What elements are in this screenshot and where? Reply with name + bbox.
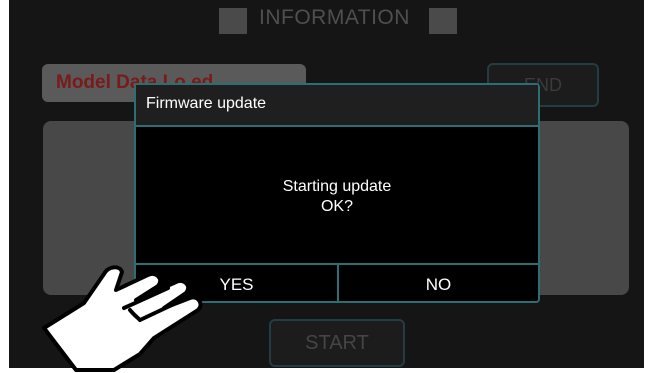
no-button[interactable]: NO	[339, 263, 538, 303]
dialog-message-line-1: Starting update	[282, 178, 392, 195]
dialog-message-line-2: OK?	[320, 198, 353, 215]
dialog-header: Firmware update	[136, 85, 538, 127]
pointing-hand-icon	[42, 265, 203, 372]
dialog-title: Firmware update	[146, 95, 267, 112]
title-right-block	[429, 8, 457, 34]
dialog-message: Starting update OK?	[136, 177, 538, 217]
start-button[interactable]: START	[269, 319, 405, 367]
title-left-block	[219, 8, 247, 34]
page-title: INFORMATION	[259, 6, 410, 29]
